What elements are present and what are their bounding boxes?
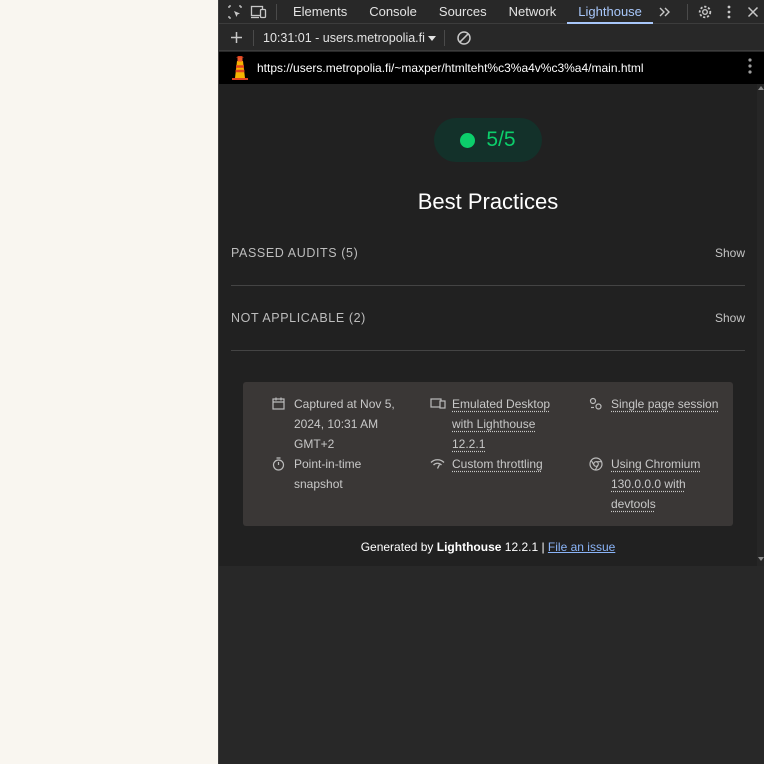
clear-reports-icon[interactable] bbox=[452, 26, 476, 50]
report-scrollbar[interactable] bbox=[757, 84, 764, 566]
passed-audits-group[interactable]: PASSED AUDITS (5) Show bbox=[231, 221, 745, 286]
session-text[interactable]: Single page session bbox=[611, 394, 718, 416]
meta-snapshot: Point-in-time snapshot bbox=[272, 454, 402, 494]
meta-browser: Using Chromium 130.0.0.0 with devtools bbox=[589, 454, 719, 514]
report-url-bar: https://users.metropolia.fi/~maxper/html… bbox=[219, 52, 764, 84]
report-url-text: https://users.metropolia.fi/~maxper/html… bbox=[257, 61, 644, 75]
show-button[interactable]: Show bbox=[715, 246, 745, 260]
footer-brand: Lighthouse bbox=[436, 540, 502, 554]
page-viewport bbox=[0, 0, 218, 764]
toolbar-divider bbox=[253, 29, 254, 46]
calendar-icon bbox=[272, 394, 294, 454]
scrollbar-arrows bbox=[758, 86, 764, 561]
more-options-icon[interactable] bbox=[717, 0, 741, 24]
session-icon bbox=[589, 394, 611, 416]
devtools-panel: Elements Console Sources Network Lightho… bbox=[218, 0, 764, 764]
browser-text[interactable]: Using Chromium 130.0.0.0 with devtools bbox=[611, 454, 719, 514]
more-tabs-icon[interactable] bbox=[653, 0, 677, 24]
lighthouse-toolbar: 10:31:01 - users.metropolia.fi bbox=[219, 25, 764, 51]
desktop-device-icon bbox=[430, 394, 452, 454]
stopwatch-icon bbox=[272, 454, 294, 494]
show-button[interactable]: Show bbox=[715, 311, 745, 325]
close-icon[interactable] bbox=[741, 0, 764, 24]
meta-throttling: Custom throttling bbox=[430, 454, 570, 475]
dropdown-arrow-icon bbox=[427, 31, 436, 45]
report-footer: Generated by Lighthouse 12.2.1 | File an… bbox=[219, 540, 757, 554]
footer-prefix: Generated by bbox=[360, 540, 437, 554]
meta-captured: Captured at Nov 5, 2024, 10:31 AM GMT+2 bbox=[272, 394, 402, 454]
score-pass-indicator bbox=[460, 132, 476, 148]
run-metadata-panel: Captured at Nov 5, 2024, 10:31 AM GMT+2 … bbox=[243, 382, 733, 526]
category-title: Best Practices bbox=[417, 189, 559, 214]
new-report-plus-icon[interactable] bbox=[224, 26, 248, 50]
devtools-tabbar: Elements Console Sources Network Lightho… bbox=[219, 0, 764, 24]
lighthouse-logo-icon bbox=[231, 55, 249, 80]
meta-session: Single page session bbox=[589, 394, 719, 416]
tab-network[interactable]: Network bbox=[498, 0, 568, 24]
meta-device: Emulated Desktop with Lighthouse 12.2.1 bbox=[430, 394, 570, 454]
tab-console[interactable]: Console bbox=[358, 0, 428, 24]
toolbar-divider bbox=[687, 3, 688, 20]
device-text[interactable]: Emulated Desktop with Lighthouse 12.2.1 bbox=[452, 394, 570, 454]
file-issue-link[interactable]: File an issue bbox=[548, 540, 615, 554]
score-value: 5/5 bbox=[486, 128, 516, 151]
captured-text: Captured at Nov 5, 2024, 10:31 AM GMT+2 bbox=[294, 397, 395, 451]
report-select-dropdown[interactable]: 10:31:01 - users.metropolia.fi bbox=[263, 31, 436, 45]
tab-elements[interactable]: Elements bbox=[282, 0, 358, 24]
tab-lighthouse[interactable]: Lighthouse bbox=[567, 0, 653, 24]
lighthouse-report: 5/5 Best Practices PASSED AUDITS (5) Sho… bbox=[219, 84, 757, 566]
throttling-text[interactable]: Custom throttling bbox=[452, 454, 543, 475]
network-throttle-icon bbox=[430, 454, 452, 475]
toolbar-divider bbox=[276, 3, 277, 20]
snapshot-text: Point-in-time snapshot bbox=[294, 457, 362, 491]
report-select-label: 10:31:01 - users.metropolia.fi bbox=[263, 30, 425, 45]
inspect-element-icon[interactable] bbox=[223, 0, 247, 24]
not-applicable-group[interactable]: NOT APPLICABLE (2) Show bbox=[231, 286, 745, 351]
tab-sources[interactable]: Sources bbox=[428, 0, 498, 24]
settings-gear-icon[interactable] bbox=[693, 0, 717, 24]
group-title: NOT APPLICABLE (2) bbox=[231, 311, 366, 325]
score-gauge[interactable]: 5/5 bbox=[434, 118, 542, 162]
screen: Elements Console Sources Network Lightho… bbox=[0, 0, 764, 764]
group-title: PASSED AUDITS (5) bbox=[231, 246, 359, 260]
chromium-icon bbox=[589, 454, 611, 514]
footer-version: 12.2.1 | bbox=[501, 540, 548, 554]
report-menu-icon[interactable] bbox=[748, 57, 752, 79]
devtools-empty-area bbox=[219, 566, 764, 764]
toolbar-divider bbox=[443, 29, 445, 46]
device-toolbar-icon[interactable] bbox=[247, 0, 271, 24]
